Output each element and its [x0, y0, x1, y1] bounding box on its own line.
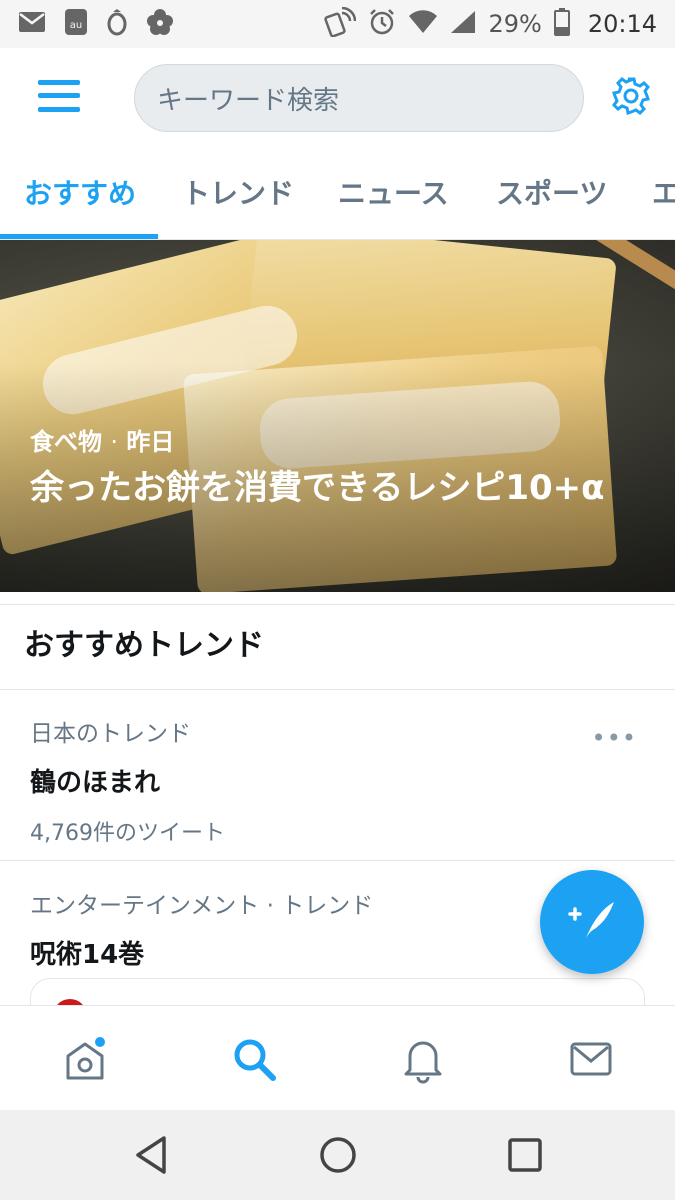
hero-overlay	[0, 240, 675, 592]
home-circle-icon	[313, 1137, 363, 1184]
trend-tweet-count: 4,769件のツイート	[30, 821, 225, 846]
back-icon	[128, 1136, 178, 1184]
hero-separator: ·	[110, 428, 118, 456]
svg-text:au: au	[70, 20, 82, 31]
tab-sports[interactable]: スポーツ	[496, 150, 607, 239]
alarm-icon	[368, 8, 396, 40]
section-title: おすすめトレンド	[0, 604, 675, 690]
signal-icon	[450, 10, 476, 38]
mail-icon	[566, 1042, 616, 1088]
wifi-icon	[408, 10, 438, 38]
trend-name: 鶴のほまれ	[30, 768, 161, 798]
trend-category: 日本のトレンド	[30, 721, 191, 747]
more-options-icon[interactable]: •••	[592, 724, 637, 752]
hero-meta: 食べ物 · 昨日	[30, 422, 174, 457]
nav-messages[interactable]	[566, 1034, 616, 1084]
tab-trend[interactable]: トレンド	[182, 150, 294, 239]
home-system-button[interactable]	[313, 1130, 363, 1180]
bell-icon	[398, 1041, 448, 1088]
search-input[interactable]: キーワード検索	[134, 64, 584, 132]
nav-notifications[interactable]	[398, 1034, 448, 1084]
recents-button[interactable]	[500, 1130, 550, 1180]
category-tabs: おすすめ トレンド ニュース スポーツ エ	[0, 150, 675, 240]
hero-article[interactable]: 食べ物 · 昨日 余ったお餅を消費できるレシピ10+α	[0, 240, 675, 592]
battery-percent: 29%	[488, 10, 542, 38]
clock: 20:14	[587, 10, 657, 38]
compose-tweet-icon	[566, 898, 618, 946]
nav-search[interactable]	[229, 1034, 279, 1084]
bottom-navigation	[0, 1005, 675, 1110]
tab-news[interactable]: ニュース	[338, 150, 449, 239]
nav-home[interactable]	[60, 1034, 110, 1084]
recents-icon	[500, 1138, 550, 1184]
search-placeholder: キーワード検索	[157, 85, 340, 116]
mail-icon	[18, 11, 46, 37]
hero-title: 余ったお餅を消費できるレシピ10+α	[30, 468, 605, 508]
back-button[interactable]	[128, 1130, 178, 1180]
nfc-icon	[324, 6, 357, 41]
gear-icon[interactable]	[611, 76, 651, 120]
search-icon	[229, 1039, 279, 1088]
status-bar: au 29% 20:14	[0, 0, 675, 48]
app-header: キーワード検索	[0, 48, 675, 148]
tab-entertainment[interactable]: エ	[652, 150, 675, 239]
hero-time: 昨日	[126, 428, 175, 456]
divider	[0, 860, 675, 861]
system-navigation-bar	[0, 1110, 675, 1200]
trend-item[interactable]: 日本のトレンド 鶴のほまれ 4,769件のツイート •••	[0, 714, 675, 847]
ring-icon	[106, 8, 128, 40]
active-tab-indicator	[0, 234, 158, 239]
hero-category: 食べ物	[30, 428, 102, 456]
home-icon	[60, 1037, 110, 1088]
flower-icon	[146, 8, 174, 40]
tab-osusume[interactable]: おすすめ	[24, 150, 136, 239]
compose-tweet-button[interactable]	[540, 870, 644, 974]
au-icon: au	[64, 8, 88, 40]
battery-icon	[553, 8, 570, 40]
screen: au 29% 20:14 キーワード検索 おすすめ トレンド ニュース スポーツ…	[0, 0, 675, 1200]
hamburger-icon[interactable]	[38, 79, 80, 117]
